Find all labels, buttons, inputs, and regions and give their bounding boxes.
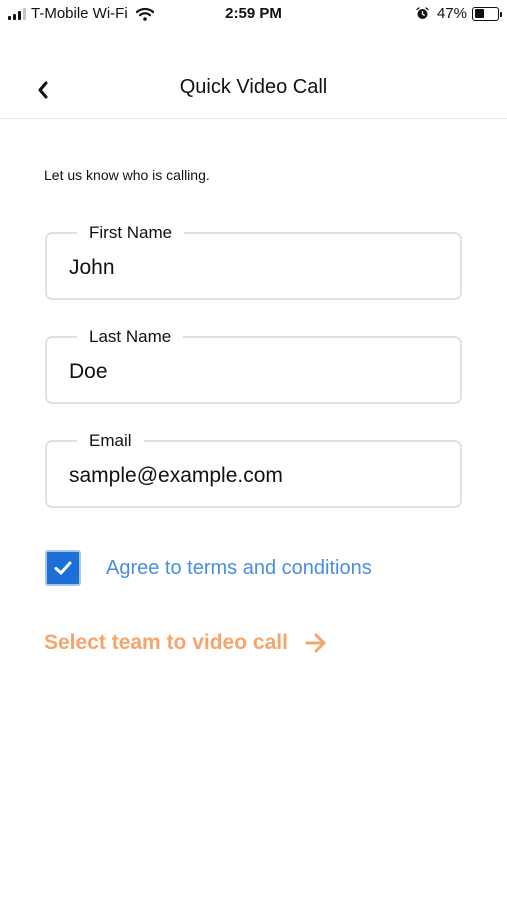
last-name-label: Last Name (77, 327, 184, 347)
status-bar: T-Mobile Wi-Fi 2:59 PM 47% (0, 0, 507, 30)
select-team-label: Select team to video call (44, 631, 288, 654)
battery-icon (472, 6, 502, 21)
page-title: Quick Video Call (179, 76, 328, 98)
select-team-button[interactable]: Select team to video call (44, 631, 327, 655)
status-right: 47% (416, 5, 502, 22)
email-input[interactable] (69, 464, 439, 488)
battery-fill (474, 9, 485, 18)
nav-bar: Quick Video Call (0, 55, 507, 119)
last-name-field: Last Name (45, 327, 462, 404)
first-name-field: First Name (45, 223, 462, 300)
intro-text: Let us know who is calling. (44, 167, 210, 183)
alarm-icon (416, 7, 429, 19)
email-field: Email (45, 431, 462, 508)
email-label: Email (77, 431, 144, 451)
last-name-input[interactable] (69, 360, 439, 384)
terms-link[interactable]: Agree to terms and conditions (106, 557, 372, 580)
terms-checkbox[interactable] (45, 550, 81, 586)
checkmark-icon (54, 561, 72, 575)
arrow-right-icon (305, 633, 326, 653)
first-name-input[interactable] (69, 256, 439, 280)
first-name-label: First Name (77, 223, 185, 243)
battery-percent: 47% (436, 5, 467, 22)
terms-row: Agree to terms and conditions (45, 550, 372, 586)
